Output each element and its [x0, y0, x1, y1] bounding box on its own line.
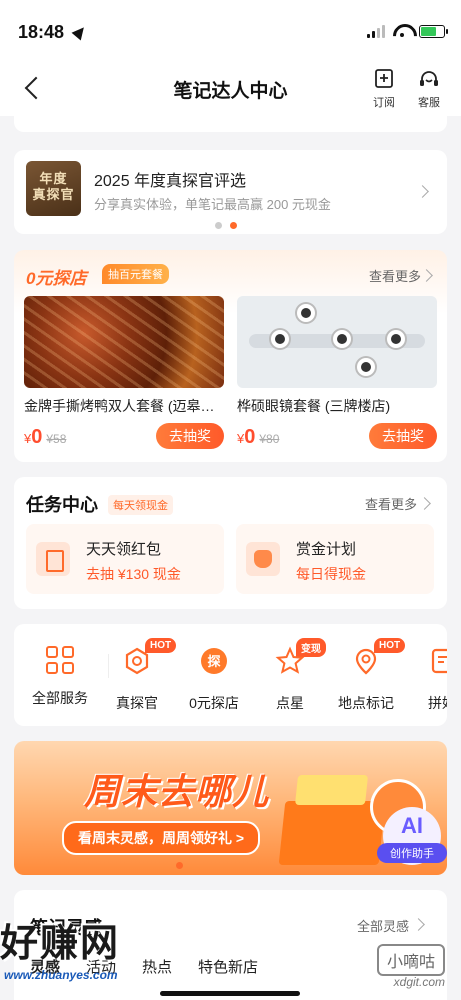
customer-service-button[interactable]: 客服 [411, 68, 447, 111]
watermark-logo-right: 小嘀咕 [376, 944, 445, 976]
deal-card[interactable]: 桦硕眼镜套餐 (三牌楼店) ¥ 0 ¥80 去抽奖 [237, 296, 437, 449]
chevron-right-icon [420, 269, 433, 282]
status-bar: 18:48 [0, 0, 461, 60]
task-center-title: 任务中心 [26, 495, 98, 515]
ai-label: AI [401, 813, 423, 838]
zero-explore-section: 0元探店 抽百元套餐 查看更多 金牌手撕烤鸭双人套餐 (迈皋… ¥ 0 ¥58 … [14, 250, 447, 462]
tab-new-shops[interactable]: 特色新店 [198, 956, 258, 977]
task-name: 赏金计划 [296, 541, 357, 558]
zero-explore-title: 0元探店 [26, 269, 87, 288]
grid-icon [45, 646, 75, 676]
back-button[interactable] [22, 74, 50, 102]
zero-explore-more-link[interactable]: 查看更多 [369, 266, 421, 285]
service-label: 地点标记 [338, 695, 394, 711]
task-subtitle: 每日得现金 [296, 566, 366, 582]
svg-text:探: 探 [207, 654, 220, 670]
weekend-cta[interactable]: 看周末灵感，周周领好礼 > [62, 821, 261, 855]
carousel-dot-active [230, 222, 237, 229]
money-bag-icon [246, 542, 280, 576]
status-time: 18:48 [18, 22, 65, 42]
watermark-logo: 好赚网 [0, 923, 121, 965]
notes-more-link[interactable]: 全部灵感 [357, 916, 409, 935]
wifi-icon [393, 24, 411, 38]
service-all[interactable]: 全部服务 [20, 638, 100, 708]
services-row: 全部服务 HOT 真探官 探 0元探店 变现 点星 HOT 地点标记 拼好 [14, 624, 447, 726]
subscribe-button[interactable]: 订阅 [366, 68, 402, 111]
headset-icon [420, 71, 438, 86]
service-label: 拼好 [428, 695, 447, 711]
task-center-tag: 每天领现金 [108, 495, 173, 515]
chevron-right-icon [416, 185, 429, 198]
hexagon-icon [125, 647, 149, 675]
signal-icon [367, 24, 385, 38]
ai-caption: 创作助手 [377, 843, 447, 863]
watermark-url: www.zhuanyes.com [4, 968, 118, 982]
price-original: ¥80 [259, 432, 280, 446]
banner-indicator-dot [176, 862, 183, 869]
flag-icon [431, 648, 447, 674]
service-star[interactable]: 变现 点星 [250, 638, 330, 713]
nav-bar: 笔记达人中心 订阅 客服 [0, 60, 461, 116]
home-indicator[interactable] [160, 991, 300, 996]
weekend-title: 周末去哪儿 [84, 771, 270, 812]
task-name: 天天领红包 [86, 541, 162, 558]
selection-subtitle: 分享真实体验，单笔记最高赢 200 元现金 [94, 197, 331, 212]
draw-lottery-button[interactable]: 去抽奖 [156, 423, 224, 449]
service-label: 点星 [276, 695, 304, 711]
carousel-dots [215, 222, 237, 229]
location-arrow-icon [71, 23, 89, 41]
badge-line-1: 年度 [39, 171, 68, 186]
task-center-more-link[interactable]: 查看更多 [365, 494, 417, 513]
battery-icon [419, 24, 448, 38]
deal-image-roast-duck [24, 296, 224, 388]
service-zero-explore[interactable]: 探 0元探店 [174, 638, 254, 713]
deal-image-eye-test-device [237, 296, 437, 388]
service-group-buy[interactable]: 拼好 [402, 638, 447, 713]
price-currency: ¥ [24, 431, 32, 446]
weekend-banner[interactable]: 周末去哪儿 看周末灵感，周周领好礼 > AI 创作助手 [14, 741, 447, 875]
zero-explore-tag: 抽百元套餐 [102, 264, 169, 284]
chevron-right-icon [412, 918, 425, 931]
price-original: ¥58 [46, 432, 67, 446]
badge-line-2: 真探官 [32, 187, 75, 202]
task-item-bounty-plan[interactable]: 赏金计划 每日得现金 [236, 524, 434, 594]
task-item-daily-red-packet[interactable]: 天天领红包 去抽 ¥130 现金 [26, 524, 224, 594]
service-location-mark[interactable]: HOT 地点标记 [326, 638, 406, 713]
customer-service-label: 客服 [418, 97, 440, 109]
deal-name: 桦硕眼镜套餐 (三牌楼店) [237, 398, 391, 414]
draw-lottery-button[interactable]: 去抽奖 [369, 423, 437, 449]
deal-name: 金牌手撕烤鸭双人套餐 (迈皋… [24, 398, 215, 414]
service-true-explorer[interactable]: HOT 真探官 [97, 638, 177, 713]
red-packet-icon [36, 542, 70, 576]
previous-section-edge [14, 116, 447, 132]
tab-hot[interactable]: 热点 [142, 956, 172, 977]
star-icon [275, 646, 305, 674]
carousel-dot [215, 222, 222, 229]
service-label: 0元探店 [189, 695, 239, 711]
deal-card[interactable]: 金牌手撕烤鸭双人套餐 (迈皋… ¥ 0 ¥58 去抽奖 [24, 296, 224, 449]
task-subtitle: 去抽 ¥130 现金 [86, 566, 181, 582]
ai-assistant-button[interactable]: AI 创作助手 [377, 807, 447, 865]
subscribe-icon [375, 69, 393, 88]
selection-title: 2025 年度真探官评选 [94, 173, 247, 190]
watermark-url-right: xdgit.com [393, 975, 445, 989]
price-currency: ¥ [237, 431, 245, 446]
annual-badge-logo: 年度 真探官 [26, 161, 81, 216]
price-value: 0 [31, 426, 43, 448]
status-indicators [367, 24, 448, 38]
chevron-right-icon [418, 497, 431, 510]
service-label: 全部服务 [32, 690, 88, 706]
explore-icon: 探 [201, 648, 227, 674]
price-value: 0 [244, 426, 256, 448]
service-label: 真探官 [116, 695, 158, 711]
task-center-section: 任务中心 每天领现金 查看更多 天天领红包 去抽 ¥130 现金 赏金计划 每日… [14, 477, 447, 609]
subscribe-label: 订阅 [373, 97, 395, 109]
location-icon [355, 648, 377, 675]
